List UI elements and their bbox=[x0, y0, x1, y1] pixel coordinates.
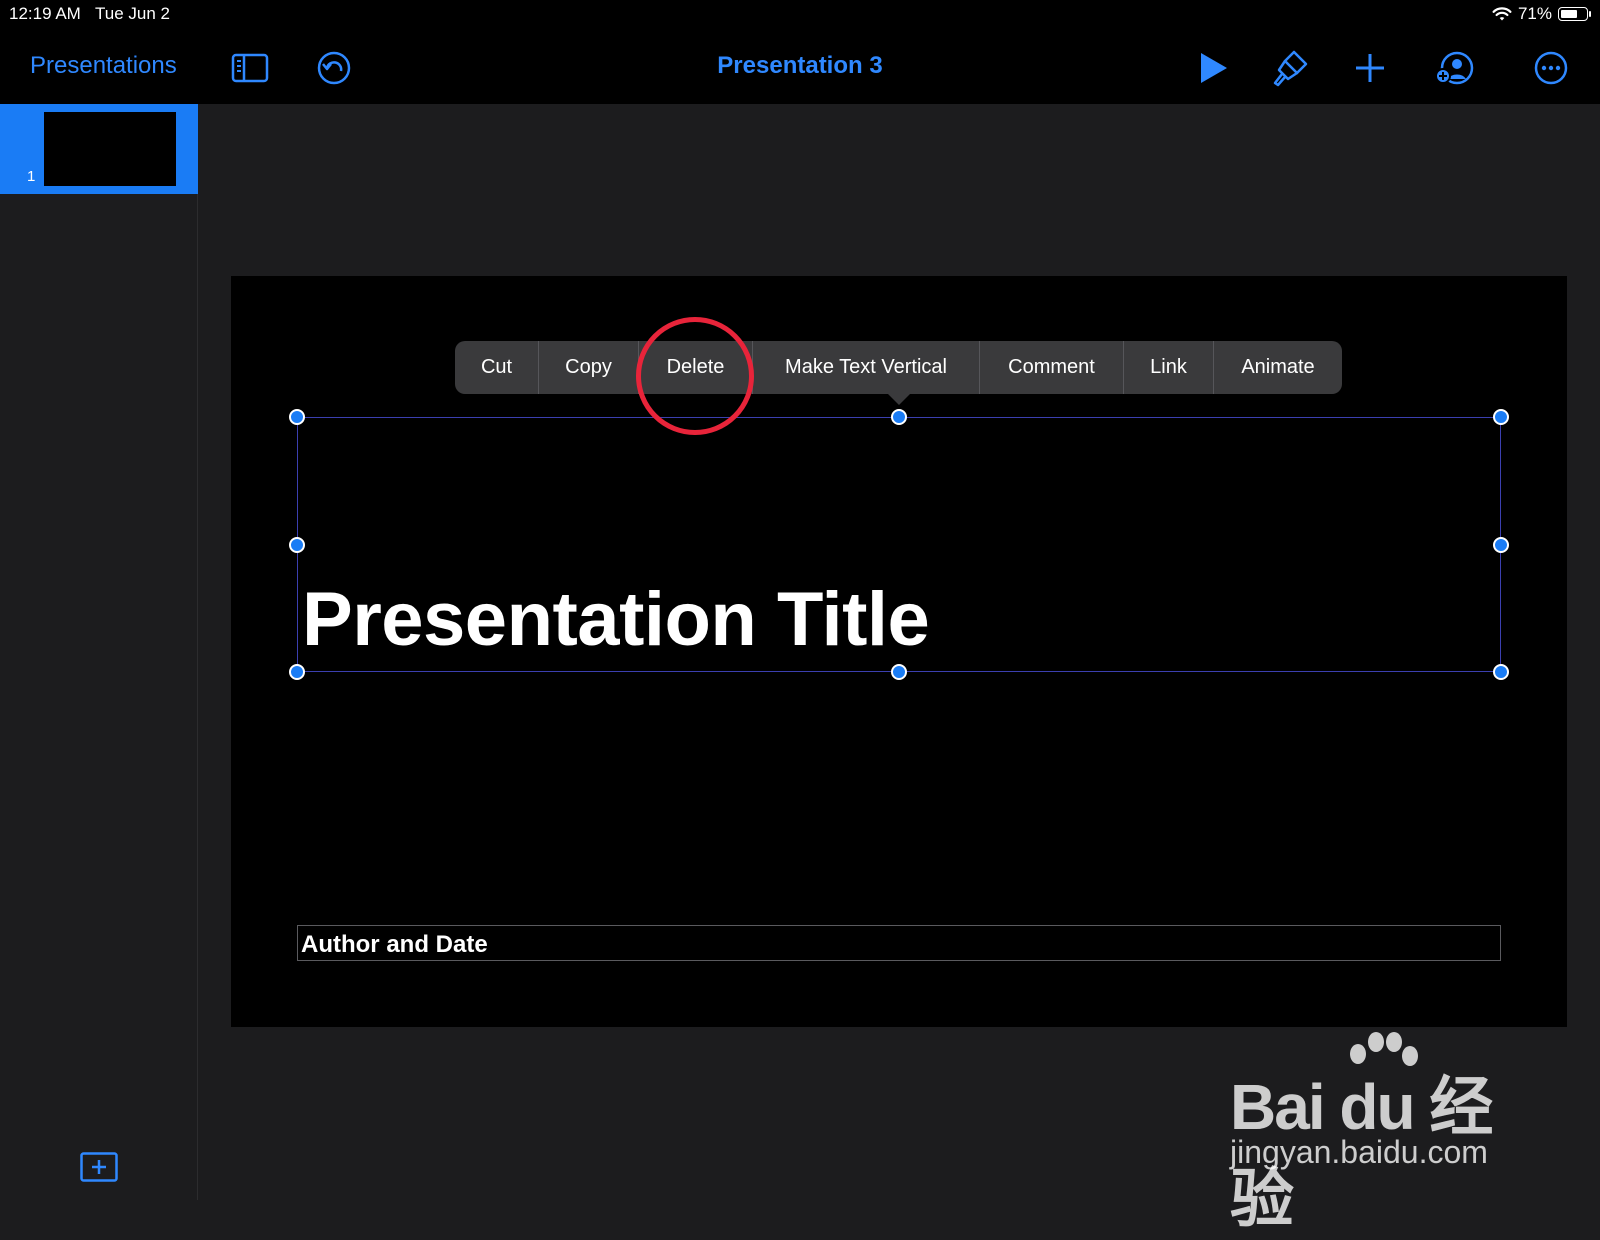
menu-item-copy[interactable]: Copy bbox=[539, 341, 639, 394]
battery-percent: 71% bbox=[1517, 4, 1552, 23]
menu-item-animate[interactable]: Animate bbox=[1214, 341, 1342, 394]
add-slide-icon bbox=[80, 1152, 118, 1182]
menu-item-comment[interactable]: Comment bbox=[980, 341, 1124, 394]
format-brush-icon[interactable] bbox=[1268, 46, 1312, 90]
context-menu-pointer bbox=[887, 393, 911, 405]
presentations-back-button[interactable]: Presentations bbox=[30, 52, 177, 80]
slide-number: 1 bbox=[27, 168, 36, 185]
play-icon[interactable] bbox=[1190, 46, 1234, 90]
undo-icon[interactable] bbox=[312, 46, 356, 90]
status-time: 12:19 AM Tue Jun 2 bbox=[9, 4, 170, 24]
sidebar-toggle-icon[interactable] bbox=[228, 46, 272, 90]
subtitle-text-box[interactable]: Author and Date bbox=[297, 925, 1501, 961]
slide-navigator: 1 bbox=[0, 104, 198, 1200]
resize-handle-top-center[interactable] bbox=[891, 409, 907, 425]
battery-icon bbox=[1558, 7, 1591, 21]
slide-subtitle[interactable]: Author and Date bbox=[301, 931, 488, 959]
resize-handle-bottom-center[interactable] bbox=[891, 664, 907, 680]
toolbar: Presentations Presentation 3 bbox=[0, 30, 1600, 104]
resize-handle-top-right[interactable] bbox=[1493, 409, 1509, 425]
slide-title[interactable]: Presentation Title bbox=[302, 582, 930, 658]
add-slide-button[interactable] bbox=[80, 1152, 118, 1182]
resize-handle-middle-left[interactable] bbox=[289, 537, 305, 553]
menu-item-make-text-vertical[interactable]: Make Text Vertical bbox=[753, 341, 980, 394]
resize-handle-bottom-right[interactable] bbox=[1493, 664, 1509, 680]
clock: 12:19 AM bbox=[9, 4, 81, 23]
plus-icon[interactable] bbox=[1348, 46, 1392, 90]
baidu-watermark: Bai du 经验 jingyan.baidu.com bbox=[1230, 1030, 1530, 1235]
status-right: 71% bbox=[1492, 4, 1591, 24]
watermark-site: jingyan.baidu.com bbox=[1230, 1134, 1488, 1170]
collaborate-icon[interactable] bbox=[1432, 46, 1476, 90]
resize-handle-bottom-left[interactable] bbox=[289, 664, 305, 680]
battery-fill bbox=[1561, 10, 1577, 18]
resize-handle-top-left[interactable] bbox=[289, 409, 305, 425]
menu-item-cut[interactable]: Cut bbox=[455, 341, 539, 394]
menu-item-delete[interactable]: Delete bbox=[639, 341, 753, 394]
slide-thumbnail[interactable] bbox=[44, 112, 176, 186]
more-icon[interactable] bbox=[1529, 46, 1573, 90]
resize-handle-middle-right[interactable] bbox=[1493, 537, 1509, 553]
menu-item-link[interactable]: Link bbox=[1124, 341, 1214, 394]
status-bar: 12:19 AM Tue Jun 2 71% bbox=[0, 0, 1600, 30]
wifi-icon bbox=[1492, 7, 1512, 21]
slide-thumbnail-item[interactable]: 1 bbox=[0, 104, 198, 194]
context-menu: Cut Copy Delete Make Text Vertical Comme… bbox=[455, 341, 1342, 394]
date: Tue Jun 2 bbox=[95, 4, 170, 23]
